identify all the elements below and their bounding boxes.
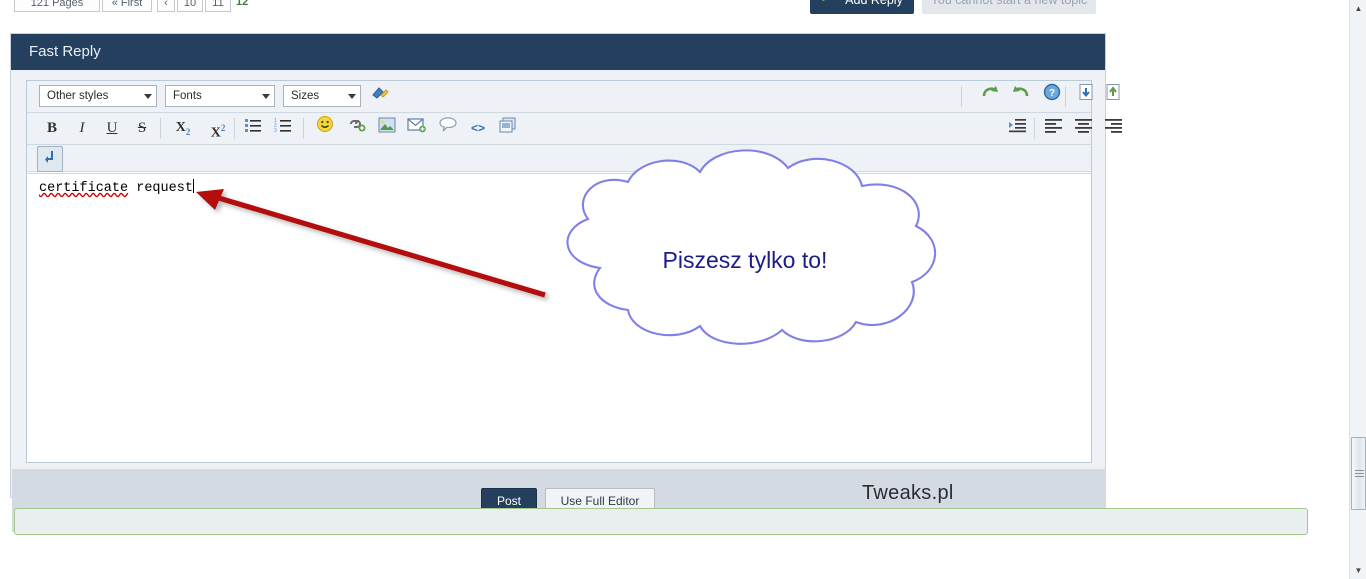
reply-arrow-icon: ↶ (819, 0, 833, 6)
typed-rest: request (128, 181, 193, 196)
numbered-list-icon[interactable]: 1 2 3 (270, 115, 296, 141)
chevron-down-icon (144, 94, 152, 99)
screenshot-root: 121 Pages « First ‹ 10 11 12 ↶ Add Reply… (0, 0, 1366, 579)
toolbar-divider (961, 86, 962, 107)
superscript-button[interactable]: X2 (205, 115, 231, 141)
superscript-base: X (210, 125, 221, 141)
toolbar-divider (303, 118, 304, 139)
help-icon[interactable]: ? (1039, 83, 1065, 109)
superscript-index: 2 (220, 123, 226, 133)
redo-icon[interactable] (977, 83, 1003, 109)
smiley-icon[interactable] (312, 115, 338, 141)
add-reply-button[interactable]: ↶ Add Reply (810, 0, 914, 14)
bottom-notice-bar (14, 508, 1308, 535)
other-styles-label: Other styles (47, 90, 109, 102)
top-pagination-strip: 121 Pages « First ‹ 10 11 12 (0, 0, 1366, 14)
misspelled-word: certificate (39, 181, 129, 196)
scrollbar-thumb[interactable] (1351, 437, 1366, 510)
page-scrollbar[interactable]: ▲ ▼ (1349, 0, 1366, 579)
insert-link-icon[interactable] (344, 115, 370, 141)
pagination-page-11[interactable]: 11 (205, 0, 231, 12)
scroll-down-arrow-icon[interactable]: ▼ (1350, 562, 1366, 579)
bold-button[interactable]: B (39, 115, 65, 141)
bullet-list-icon[interactable] (240, 115, 266, 141)
pagination-total-pages: 121 Pages (14, 0, 100, 12)
toolbar-divider (234, 118, 235, 139)
rich-text-editor: Other styles Fonts Sizes ? B I U S X2 X2… (26, 80, 1122, 463)
chevron-down-icon (348, 94, 356, 99)
svg-text:3: 3 (274, 128, 277, 133)
add-reply-label: Add Reply (845, 0, 903, 7)
toolbar-divider (1065, 86, 1066, 107)
subscript-button[interactable]: X2 (170, 115, 196, 141)
start-new-topic-button-disabled: You cannot start a new topic (922, 0, 1096, 14)
svg-text:?: ? (1049, 88, 1055, 99)
toolbar-row-3 (27, 145, 1091, 172)
subscript-index: 2 (185, 126, 191, 137)
format-paint-icon[interactable] (367, 83, 393, 109)
pagination-first-button[interactable]: « First (102, 0, 152, 12)
toolbar-row-2: B I U S X2 X2 1 2 3 <> (27, 113, 1122, 145)
align-left-icon[interactable] (1041, 115, 1067, 141)
pagination-prev-button[interactable]: ‹ (157, 0, 175, 12)
strikethrough-button[interactable]: S (129, 115, 155, 141)
pagination-current-page: 12 (236, 0, 249, 8)
sizes-select[interactable]: Sizes (283, 85, 361, 107)
sizes-label: Sizes (291, 90, 320, 102)
fonts-label: Fonts (173, 90, 202, 102)
insert-media-icon[interactable] (495, 115, 521, 141)
scrollbar-grip-icon (1355, 470, 1364, 477)
fast-reply-title: Fast Reply (11, 34, 1105, 70)
fonts-select[interactable]: Fonts (165, 85, 275, 107)
fast-reply-panel: Fast Reply Other styles Fonts Sizes ? B … (10, 33, 1122, 532)
align-center-icon[interactable] (1071, 115, 1097, 141)
pagination-page-10[interactable]: 10 (177, 0, 203, 12)
message-text-area[interactable]: certificate request (27, 173, 1091, 462)
scroll-up-arrow-icon[interactable]: ▲ (1350, 0, 1366, 17)
other-styles-select[interactable]: Other styles (39, 85, 157, 107)
toolbar-divider (1034, 118, 1035, 139)
indent-icon[interactable] (1005, 115, 1031, 141)
align-right-icon[interactable] (1101, 115, 1127, 141)
chevron-down-icon (262, 94, 270, 99)
insert-quote-icon[interactable] (435, 115, 461, 141)
typed-message: certificate request (39, 179, 194, 196)
toolbar-divider (160, 118, 161, 139)
underline-button[interactable]: U (99, 115, 125, 141)
undo-icon[interactable] (1008, 83, 1034, 109)
insert-image-icon[interactable] (374, 115, 400, 141)
insert-code-icon[interactable]: <> (465, 115, 491, 141)
toolbar-row-1: Other styles Fonts Sizes ? (27, 81, 1120, 113)
insert-email-icon[interactable] (404, 115, 430, 141)
load-draft-icon[interactable] (1100, 83, 1126, 109)
toggle-source-mode-icon[interactable] (37, 146, 63, 172)
text-caret (192, 179, 194, 193)
save-draft-icon[interactable] (1073, 83, 1099, 109)
subscript-base: X (175, 120, 186, 135)
watermark-tweaks-pl: Tweaks.pl (862, 482, 954, 504)
italic-button[interactable]: I (69, 115, 95, 141)
